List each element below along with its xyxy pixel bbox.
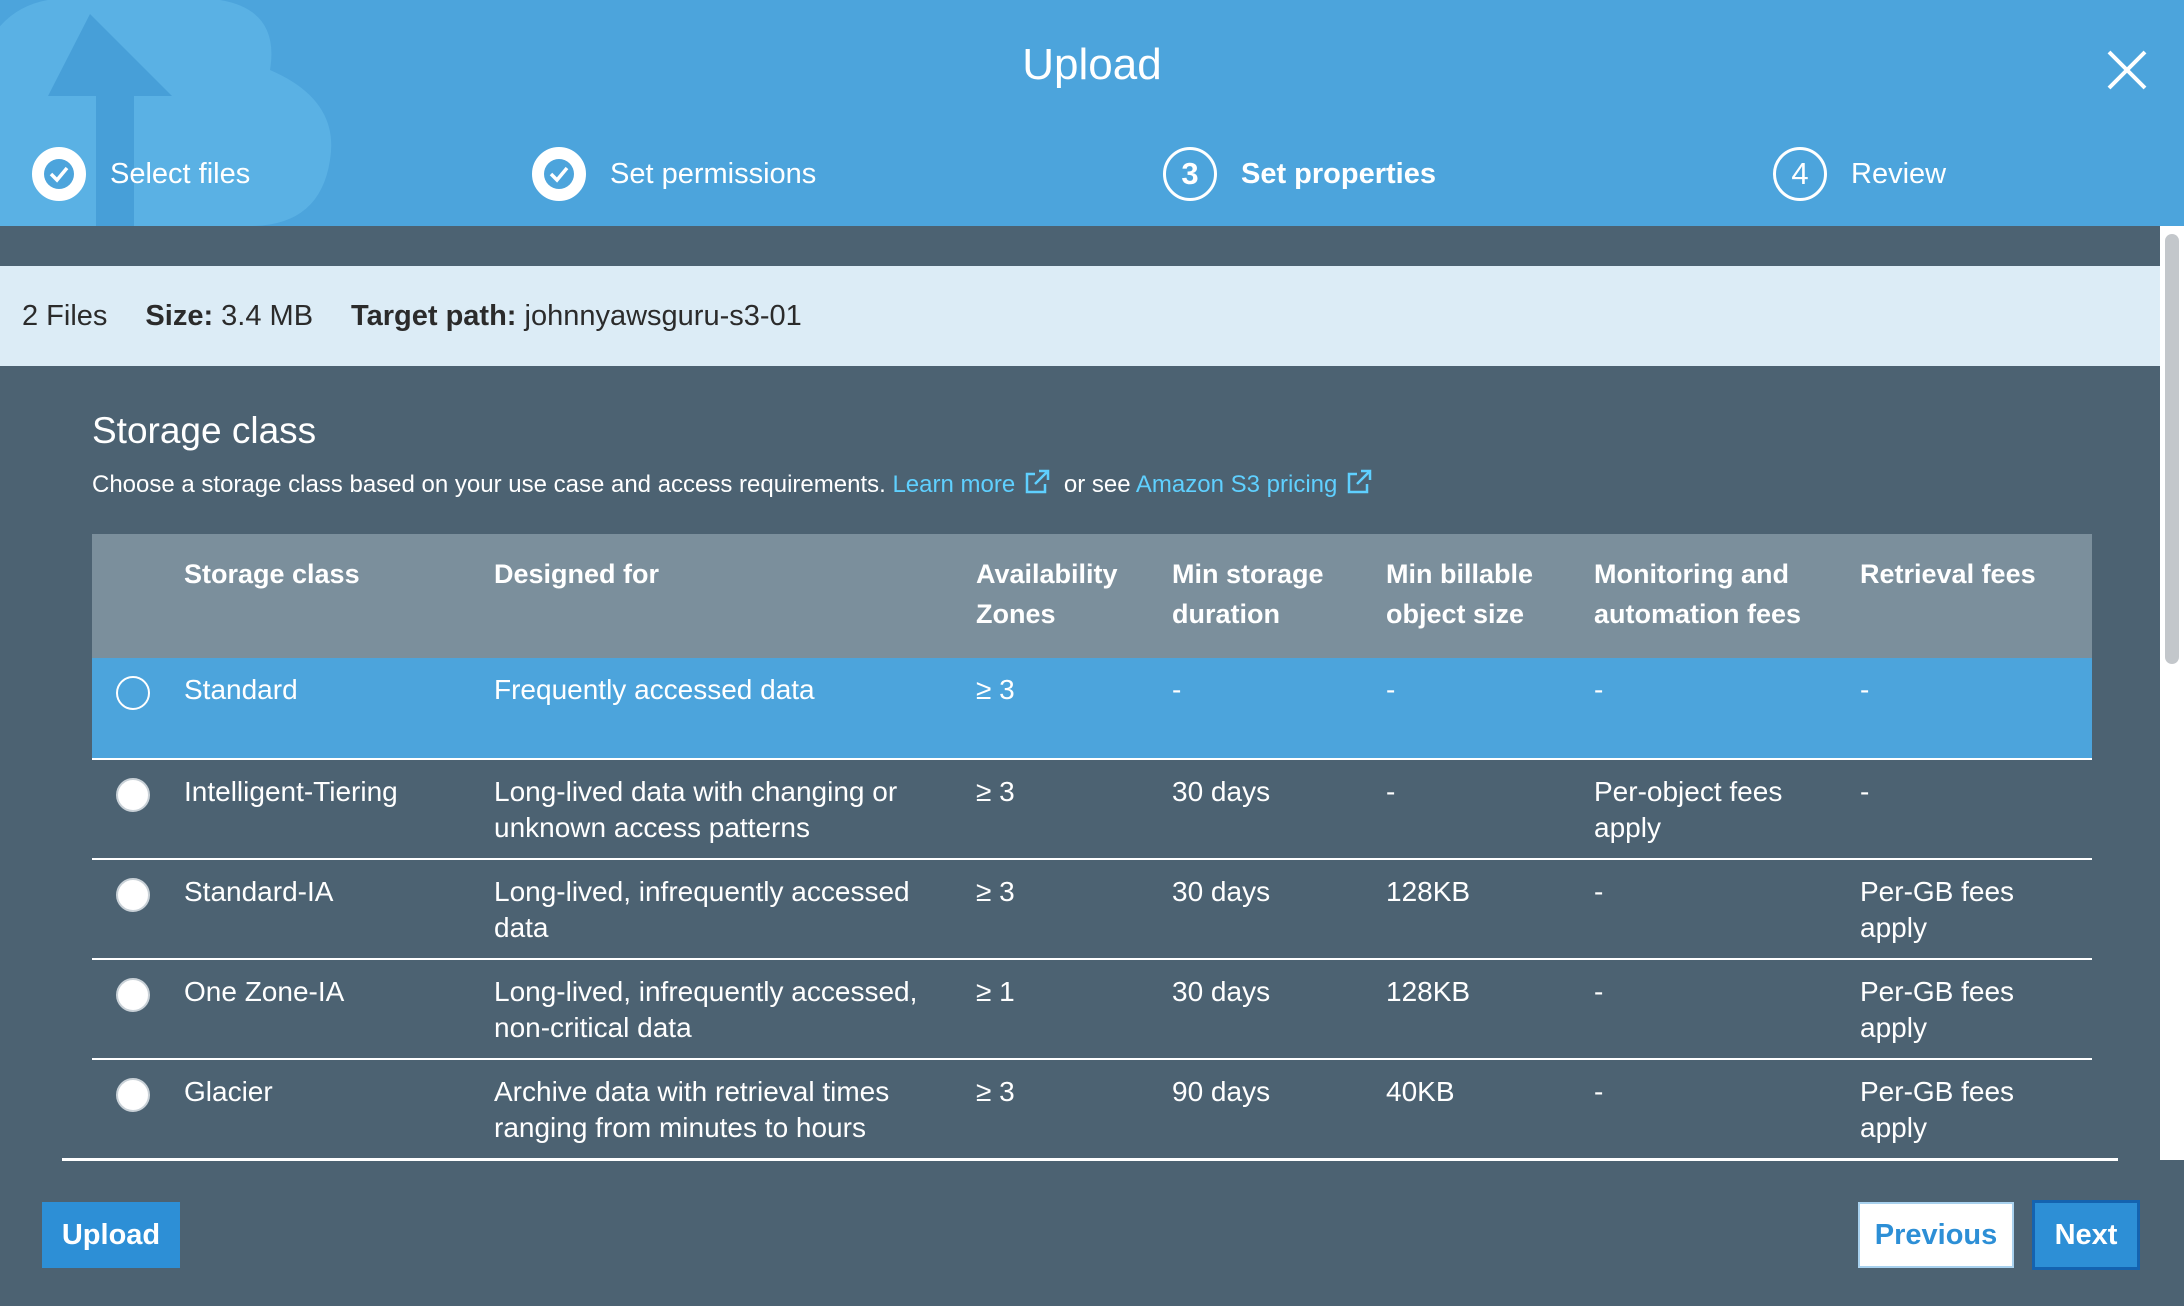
next-button[interactable]: Next xyxy=(2032,1200,2140,1270)
section-divider xyxy=(62,1158,2118,1161)
cell-min-duration: - xyxy=(1172,674,1182,705)
scrollbar-thumb[interactable] xyxy=(2165,234,2179,664)
file-count: 2 Files xyxy=(22,299,108,332)
step-label: Select files xyxy=(110,157,251,190)
cell-min-object-size: 128KB xyxy=(1386,876,1471,907)
path-value: johnnyawsguru-s3-01 xyxy=(524,299,802,332)
storage-class-description: Choose a storage class based on your use… xyxy=(92,468,1379,499)
cell-storage-class: One Zone-IA xyxy=(184,976,345,1007)
storage-class-radio[interactable] xyxy=(116,1078,150,1112)
size-label: Size: xyxy=(145,299,214,332)
step-set-permissions: Set permissions xyxy=(532,146,816,202)
target-path: Target path: johnnyawsguru-s3-01 xyxy=(351,300,802,333)
step-number: 4 xyxy=(1773,147,1827,201)
cell-min-object-size: - xyxy=(1386,776,1396,807)
cell-storage-class: Standard xyxy=(184,674,298,705)
cell-storage-class: Glacier xyxy=(184,1076,273,1107)
column-header: Monitoring and automation fees xyxy=(1594,559,1802,629)
cell-monitoring-fees: - xyxy=(1594,674,1604,705)
cell-retrieval-fees: Per-GB fees apply xyxy=(1860,976,2015,1043)
upload-button[interactable]: Upload xyxy=(42,1202,180,1268)
storage-class-radio[interactable] xyxy=(116,676,150,710)
upload-size: Size: 3.4 MB xyxy=(145,300,313,333)
step-number: 3 xyxy=(1163,147,1217,201)
column-header: Min storage duration xyxy=(1172,559,1324,629)
column-header: Availability Zones xyxy=(976,559,1118,629)
storage-class-table: Storage class Designed for Availability … xyxy=(92,534,2092,1160)
storage-class-radio[interactable] xyxy=(116,978,150,1012)
table-row[interactable]: Glacier Archive data with retrieval time… xyxy=(92,1060,2092,1160)
storage-class-radio[interactable] xyxy=(116,778,150,812)
cell-retrieval-fees: Per-GB fees apply xyxy=(1860,1076,2015,1143)
column-header: Storage class xyxy=(184,559,360,589)
cell-monitoring-fees: - xyxy=(1594,876,1604,907)
table-row[interactable]: Standard Frequently accessed data ≥ 3 - … xyxy=(92,658,2092,760)
column-header: Min billable object size xyxy=(1386,559,1534,629)
column-header: Designed for xyxy=(494,559,660,589)
step-label: Set properties xyxy=(1241,157,1436,190)
cell-designed-for: Long-lived, infrequently accessed, non-c… xyxy=(494,976,918,1043)
learn-more-link[interactable]: Learn more xyxy=(892,469,1057,498)
cell-availability-zones: ≥ 3 xyxy=(976,776,1015,807)
cell-min-duration: 30 days xyxy=(1172,976,1271,1007)
step-label: Set permissions xyxy=(610,157,817,190)
upload-header: Upload Select files Set permissions 3 Se… xyxy=(0,0,2184,226)
dialog-title: Upload xyxy=(1022,40,1162,89)
table-row[interactable]: Intelligent-Tiering Long-lived data with… xyxy=(92,760,2092,860)
storage-class-radio[interactable] xyxy=(116,878,150,912)
step-set-properties: 3 Set properties xyxy=(1163,146,1436,202)
storage-class-title: Storage class xyxy=(92,410,317,451)
cell-min-duration: 30 days xyxy=(1172,876,1271,907)
pricing-label: Amazon S3 pricing xyxy=(1135,471,1338,498)
check-icon xyxy=(32,147,86,201)
step-review: 4 Review xyxy=(1773,146,1946,202)
cell-designed-for: Archive data with retrieval times rangin… xyxy=(494,1076,890,1143)
size-value: 3.4 MB xyxy=(221,299,314,332)
cell-availability-zones: ≥ 3 xyxy=(976,1076,1015,1107)
step-select-files: Select files xyxy=(32,146,250,202)
cell-min-object-size: - xyxy=(1386,674,1396,705)
cell-storage-class: Standard-IA xyxy=(184,876,334,907)
table-row[interactable]: Standard-IA Long-lived, infrequently acc… xyxy=(92,860,2092,960)
cell-min-object-size: 40KB xyxy=(1386,1076,1455,1107)
cell-min-object-size: 128KB xyxy=(1386,976,1471,1007)
external-link-icon xyxy=(1025,469,1050,494)
cell-monitoring-fees: - xyxy=(1594,1076,1604,1107)
previous-button[interactable]: Previous xyxy=(1858,1202,2014,1268)
cell-retrieval-fees: - xyxy=(1860,674,1870,705)
cell-retrieval-fees: - xyxy=(1860,776,1870,807)
column-header: Retrieval fees xyxy=(1860,559,2036,589)
cell-monitoring-fees: - xyxy=(1594,976,1604,1007)
upload-summary-bar: 2 Files Size: 3.4 MB Target path: johnny… xyxy=(0,266,2160,366)
or-see-text: or see xyxy=(1063,471,1131,498)
cell-availability-zones: ≥ 3 xyxy=(976,674,1015,705)
check-icon xyxy=(532,147,586,201)
cell-min-duration: 90 days xyxy=(1172,1076,1271,1107)
cell-storage-class: Intelligent-Tiering xyxy=(184,776,398,807)
cell-designed-for: Frequently accessed data xyxy=(494,674,815,705)
description-text: Choose a storage class based on your use… xyxy=(92,471,886,498)
cell-min-duration: 30 days xyxy=(1172,776,1271,807)
learn-more-label: Learn more xyxy=(892,471,1016,498)
s3-pricing-link[interactable]: Amazon S3 pricing xyxy=(1135,469,1379,498)
cell-retrieval-fees: Per-GB fees apply xyxy=(1860,876,2015,943)
cell-designed-for: Long-lived data with changing or unknown… xyxy=(494,776,898,843)
cell-availability-zones: ≥ 1 xyxy=(976,976,1015,1007)
table-row[interactable]: One Zone-IA Long-lived, infrequently acc… xyxy=(92,960,2092,1060)
cell-designed-for: Long-lived, infrequently accessed data xyxy=(494,876,910,943)
step-label: Review xyxy=(1851,157,1947,190)
table-header: Storage class Designed for Availability … xyxy=(92,534,2092,658)
external-link-icon xyxy=(1348,469,1372,494)
cell-monitoring-fees: Per-object fees apply xyxy=(1594,776,1783,843)
cell-availability-zones: ≥ 3 xyxy=(976,876,1015,907)
path-label: Target path: xyxy=(351,299,517,332)
close-icon[interactable] xyxy=(2105,48,2149,92)
